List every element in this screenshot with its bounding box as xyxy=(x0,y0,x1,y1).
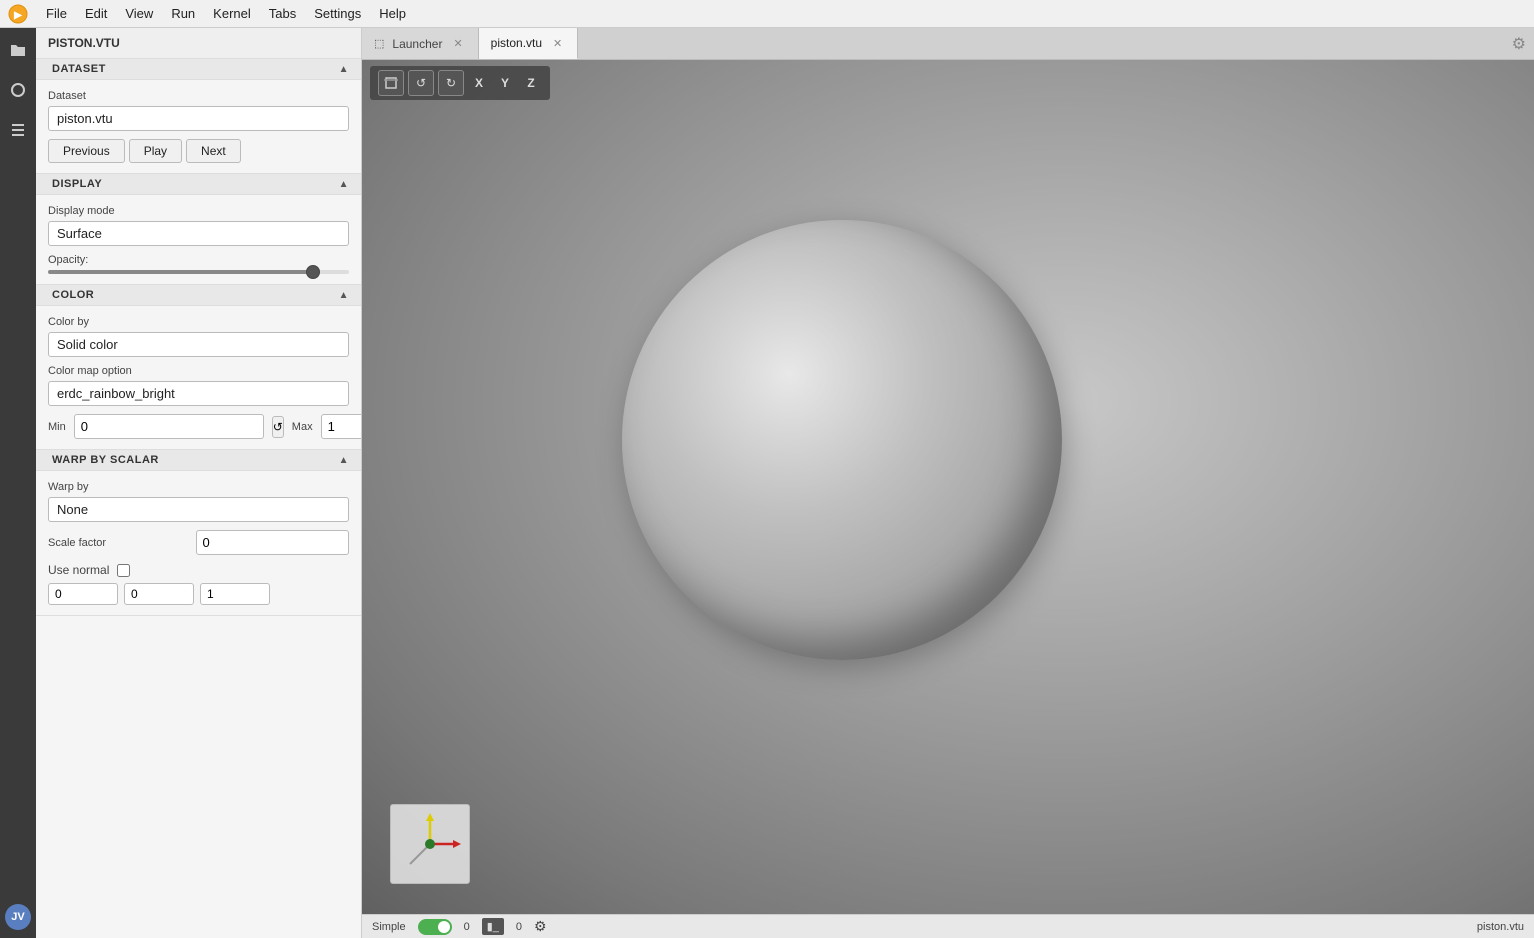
warp-by-select[interactable]: None xyxy=(48,497,349,522)
tab-launcher[interactable]: ⬚ Launcher ✕ xyxy=(362,28,479,59)
settings-gear-icon[interactable]: ⚙ xyxy=(1512,36,1526,53)
user-avatar[interactable]: JV xyxy=(5,904,31,930)
right-area: ⬚ Launcher ✕ piston.vtu ✕ ⚙ ↺ ↻ X xyxy=(362,28,1534,938)
warp-label: WARP BY SCALAR xyxy=(52,454,159,466)
launcher-tab-label: Launcher xyxy=(392,37,442,51)
opacity-slider-row xyxy=(48,270,349,274)
svg-text:▶: ▶ xyxy=(13,10,23,21)
status-gear-icon[interactable]: ⚙ xyxy=(534,918,547,935)
launcher-tab-close[interactable]: ✕ xyxy=(450,36,465,51)
scale-factor-input[interactable] xyxy=(196,530,350,555)
status-bar: Simple 0 ▮_ 0 ⚙ piston.vtu xyxy=(362,914,1534,938)
menu-tabs[interactable]: Tabs xyxy=(261,4,304,23)
refresh-button[interactable]: ↺ xyxy=(272,416,284,438)
menu-edit[interactable]: Edit xyxy=(77,4,115,23)
warp-section: Warp by None Scale factor Use normal xyxy=(36,471,361,616)
menu-kernel[interactable]: Kernel xyxy=(205,4,259,23)
color-section-header: COLOR ▲ xyxy=(36,285,361,306)
max-input[interactable] xyxy=(321,414,362,439)
menu-run[interactable]: Run xyxy=(163,4,203,23)
normal-x-input[interactable] xyxy=(48,583,118,605)
color-map-label: Color map option xyxy=(48,365,349,377)
terminal-icon[interactable]: ▮_ xyxy=(482,918,504,935)
display-label: DISPLAY xyxy=(52,178,102,190)
min-label: Min xyxy=(48,421,66,433)
menu-bar: ▶ File Edit View Run Kernel Tabs Setting… xyxy=(0,0,1534,28)
piston-tab-label: piston.vtu xyxy=(491,36,542,50)
simple-label: Simple xyxy=(372,921,406,933)
display-mode-label: Display mode xyxy=(48,205,349,217)
warp-by-label: Warp by xyxy=(48,481,349,493)
piston-3d-object xyxy=(622,220,1062,660)
display-section-header: DISPLAY ▲ xyxy=(36,174,361,195)
menu-view[interactable]: View xyxy=(117,4,161,23)
main-layout: JV PISTON.VTU DATASET ▲ Dataset Previous… xyxy=(0,28,1534,938)
color-by-select[interactable]: Solid color xyxy=(48,332,349,357)
playback-controls: Previous Play Next xyxy=(48,139,349,163)
viewport-redo-btn[interactable]: ↻ xyxy=(438,70,464,96)
menu-help[interactable]: Help xyxy=(371,4,414,23)
iconbar-list[interactable] xyxy=(4,116,32,144)
menu-settings[interactable]: Settings xyxy=(306,4,369,23)
dataset-section: Dataset Previous Play Next xyxy=(36,80,361,174)
left-panel: PISTON.VTU DATASET ▲ Dataset Previous Pl… xyxy=(36,28,362,938)
use-normal-row: Use normal xyxy=(48,563,349,577)
dataset-section-header: DATASET ▲ xyxy=(36,59,361,80)
dataset-label: DATASET xyxy=(52,63,106,75)
status-count2: 0 xyxy=(516,921,522,933)
dataset-field-label: Dataset xyxy=(48,90,349,102)
status-count1: 0 xyxy=(464,921,470,933)
panel-title: PISTON.VTU xyxy=(36,28,361,59)
display-chevron[interactable]: ▲ xyxy=(339,179,349,190)
viewport-x-axis-btn[interactable]: X xyxy=(468,72,490,94)
color-map-select[interactable]: erdc_rainbow_bright xyxy=(48,381,349,406)
launcher-tab-icon: ⬚ xyxy=(374,37,384,50)
previous-button[interactable]: Previous xyxy=(48,139,125,163)
use-normal-checkbox[interactable] xyxy=(117,564,130,577)
viewport-toolbar: ↺ ↻ X Y Z xyxy=(370,66,550,100)
viewport-undo-btn[interactable]: ↺ xyxy=(408,70,434,96)
normal-z-input[interactable] xyxy=(200,583,270,605)
normal-inputs xyxy=(48,583,349,605)
viewport-3d[interactable] xyxy=(362,60,1534,914)
color-chevron[interactable]: ▲ xyxy=(339,290,349,301)
axes-svg xyxy=(395,809,465,879)
status-filename: piston.vtu xyxy=(1477,921,1524,933)
viewport-crop-btn[interactable] xyxy=(378,70,404,96)
viewport-y-axis-btn[interactable]: Y xyxy=(494,72,516,94)
coordinate-axes-widget xyxy=(390,804,470,884)
scale-factor-label: Scale factor xyxy=(48,537,188,549)
menu-file[interactable]: File xyxy=(38,4,75,23)
simple-toggle[interactable] xyxy=(418,919,452,935)
color-label: COLOR xyxy=(52,289,94,301)
display-mode-select[interactable]: Surface xyxy=(48,221,349,246)
right-settings-area: ⚙ xyxy=(1512,34,1526,54)
tab-piston[interactable]: piston.vtu ✕ xyxy=(479,28,579,59)
piston-tab-close[interactable]: ✕ xyxy=(550,36,565,51)
app-logo: ▶ xyxy=(8,4,28,24)
viewport-z-axis-btn[interactable]: Z xyxy=(520,72,542,94)
dataset-input[interactable] xyxy=(48,106,349,131)
max-label: Max xyxy=(292,421,313,433)
warp-chevron[interactable]: ▲ xyxy=(339,455,349,466)
warp-section-header: WARP BY SCALAR ▲ xyxy=(36,450,361,471)
use-normal-label: Use normal xyxy=(48,563,109,577)
next-button[interactable]: Next xyxy=(186,139,241,163)
iconbar-circle[interactable] xyxy=(4,76,32,104)
play-button[interactable]: Play xyxy=(129,139,182,163)
min-max-row: Min ↺ Max xyxy=(48,414,349,439)
display-section: Display mode Surface Opacity: xyxy=(36,195,361,285)
iconbar-folder[interactable] xyxy=(4,36,32,64)
color-section: Color by Solid color Color map option er… xyxy=(36,306,361,450)
normal-y-input[interactable] xyxy=(124,583,194,605)
dataset-chevron[interactable]: ▲ xyxy=(339,64,349,75)
icon-bar: JV xyxy=(0,28,36,938)
color-by-label: Color by xyxy=(48,316,349,328)
tab-bar: ⬚ Launcher ✕ piston.vtu ✕ ⚙ xyxy=(362,28,1534,60)
min-input[interactable] xyxy=(74,414,264,439)
opacity-slider[interactable] xyxy=(48,270,349,274)
